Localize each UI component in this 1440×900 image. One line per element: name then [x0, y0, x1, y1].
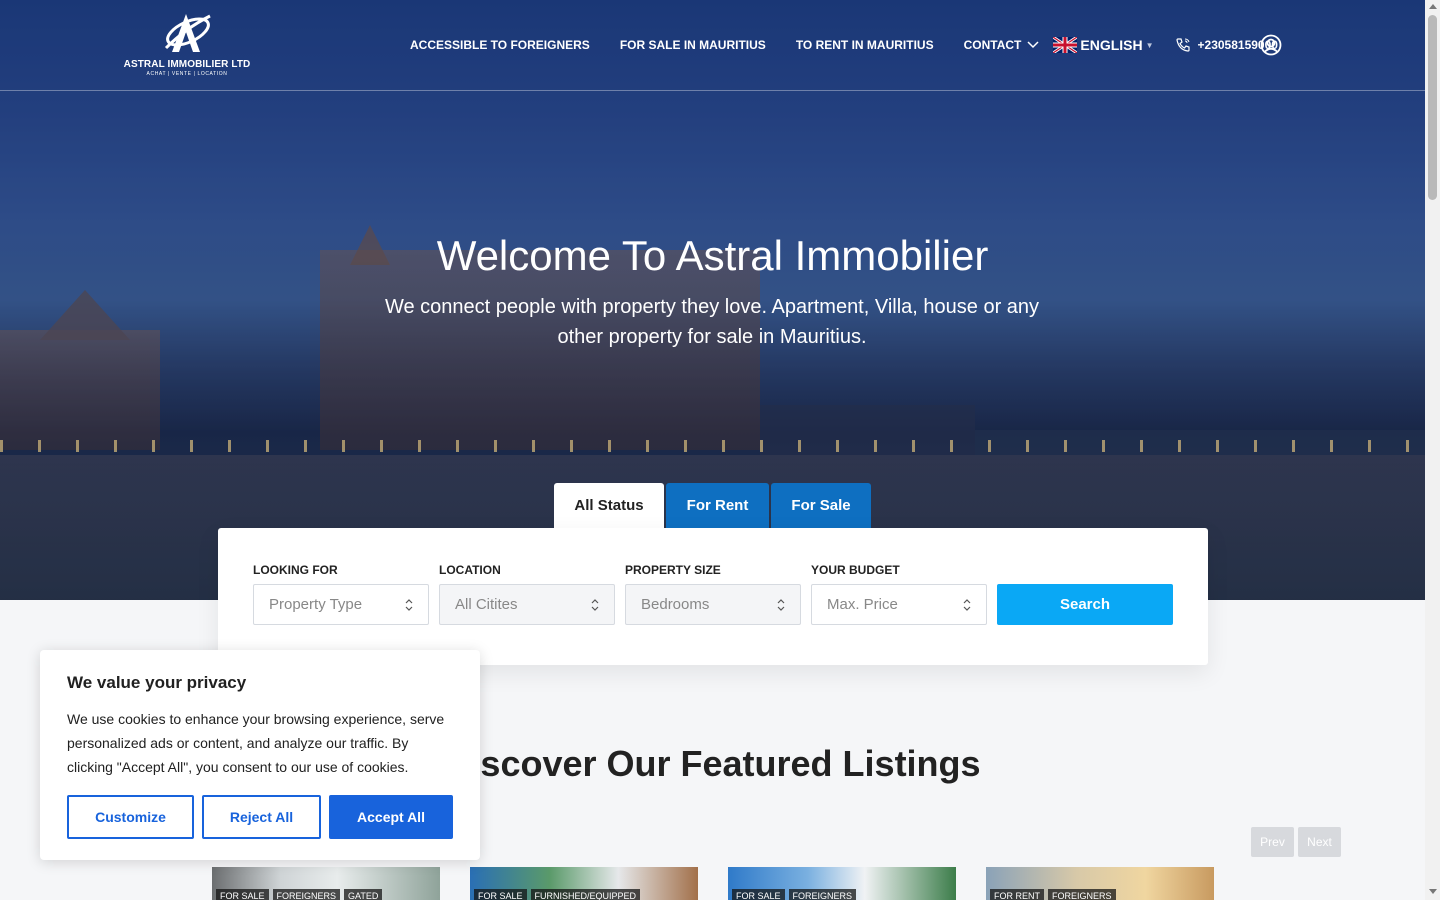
sort-icon: [591, 598, 599, 611]
hero-title: Welcome To Astral Immobilier: [436, 232, 989, 279]
field-label: PROPERTY SIZE: [625, 563, 721, 577]
select-value: Property Type: [269, 596, 363, 613]
user-icon[interactable]: [1260, 34, 1282, 56]
listing-card[interactable]: FOR RENT FOREIGNERS: [986, 867, 1214, 900]
status-tabs: All Status For Rent For Sale: [554, 483, 871, 528]
chevron-down-icon: [1027, 41, 1039, 49]
field-label: YOUR BUDGET: [811, 563, 900, 577]
listing-card[interactable]: FOR SALE FOREIGNERS: [728, 867, 956, 900]
page-scrollbar[interactable]: [1425, 0, 1440, 900]
language-selector[interactable]: ENGLISH ▼: [1053, 37, 1154, 53]
cookie-title: We value your privacy: [67, 673, 247, 692]
scrollbar-thumb[interactable]: [1428, 15, 1437, 200]
reject-all-button[interactable]: Reject All: [202, 795, 321, 839]
sort-icon: [405, 598, 413, 611]
listing-badges: FOR SALE FOREIGNERS: [732, 889, 860, 900]
tab-for-sale[interactable]: For Sale: [771, 483, 871, 528]
next-button[interactable]: Next: [1298, 827, 1341, 857]
max-price-select[interactable]: Max. Price: [811, 584, 987, 625]
field-property-size: PROPERTY SIZE Bedrooms: [625, 563, 801, 625]
listing-card[interactable]: FOR SALE FURNISHED/EQUIPPED: [470, 867, 698, 900]
uk-flag-icon: [1053, 37, 1078, 53]
accept-all-button[interactable]: Accept All: [329, 795, 453, 839]
nav-to-rent[interactable]: TO RENT IN MAURITIUS: [796, 38, 934, 52]
listing-card[interactable]: FOR SALE FOREIGNERS GATED: [212, 867, 440, 900]
sort-icon: [963, 598, 971, 611]
listing-badge: FOREIGNERS: [1048, 889, 1116, 900]
cookie-text: We use cookies to enhance your browsing …: [67, 711, 445, 775]
logo-name: ASTRAL IMMOBILIER LTD: [123, 59, 251, 70]
site-logo[interactable]: ASTRAL IMMOBILIER LTD ACHAT | VENTE | LO…: [122, 8, 252, 78]
property-search-form: LOOKING FOR Property Type LOCATION All C…: [218, 528, 1208, 665]
search-button[interactable]: Search: [997, 584, 1173, 625]
field-location: LOCATION All Citites: [439, 563, 615, 625]
field-budget: YOUR BUDGET Max. Price: [811, 563, 987, 625]
listing-badge: FOR SALE: [732, 889, 785, 900]
listing-badge: FOR SALE: [474, 889, 527, 900]
select-value: Bedrooms: [641, 596, 710, 613]
listing-badge: FOREIGNERS: [788, 889, 857, 900]
listing-badge: FOR SALE: [216, 889, 269, 900]
listing-badges: FOR SALE FURNISHED/EQUIPPED: [474, 889, 644, 900]
cookie-buttons: Customize Reject All Accept All: [67, 795, 461, 839]
nav-contact[interactable]: CONTACT: [964, 38, 1040, 52]
main-nav: ACCESSIBLE TO FOREIGNERS FOR SALE IN MAU…: [410, 37, 1278, 53]
field-label: LOOKING FOR: [253, 563, 338, 577]
listing-badge: FOREIGNERS: [272, 889, 341, 900]
logo-tagline: ACHAT | VENTE | LOCATION: [146, 71, 228, 77]
phone-icon: [1175, 38, 1190, 52]
bedrooms-select[interactable]: Bedrooms: [625, 584, 801, 625]
select-value: All Citites: [455, 596, 518, 613]
location-select[interactable]: All Citites: [439, 584, 615, 625]
property-type-select[interactable]: Property Type: [253, 584, 429, 625]
scroll-up-icon[interactable]: [1429, 4, 1437, 9]
scroll-down-icon[interactable]: [1429, 889, 1437, 894]
listing-badge: FOR RENT: [990, 889, 1044, 900]
listing-pager: Prev Next: [1247, 827, 1341, 857]
nav-contact-label: CONTACT: [963, 38, 1022, 52]
customize-button[interactable]: Customize: [67, 795, 194, 839]
hero-subtitle: We connect people with property they lov…: [384, 296, 1040, 348]
listing-badges: FOR SALE FOREIGNERS GATED: [216, 889, 386, 900]
tab-all-status[interactable]: All Status: [554, 483, 664, 528]
tab-for-rent[interactable]: For Rent: [666, 483, 769, 528]
cookie-consent-banner: We value your privacy We use cookies to …: [40, 650, 480, 860]
sort-icon: [777, 598, 785, 611]
field-looking-for: LOOKING FOR Property Type: [253, 563, 429, 625]
select-value: Max. Price: [827, 596, 898, 613]
logo-icon: [164, 14, 211, 52]
listing-badge: FURNISHED/EQUIPPED: [530, 889, 641, 900]
prev-button[interactable]: Prev: [1251, 827, 1294, 857]
caret-down-icon: ▼: [1145, 40, 1154, 50]
language-label: ENGLISH: [1080, 37, 1143, 53]
nav-accessible-foreigners[interactable]: ACCESSIBLE TO FOREIGNERS: [410, 38, 590, 52]
field-label: LOCATION: [439, 563, 501, 577]
nav-for-sale[interactable]: FOR SALE IN MAURITIUS: [620, 38, 766, 52]
site-header: ASTRAL IMMOBILIER LTD ACHAT | VENTE | LO…: [0, 0, 1425, 91]
listing-badges: FOR RENT FOREIGNERS: [990, 889, 1120, 900]
listing-badge: GATED: [344, 889, 383, 900]
